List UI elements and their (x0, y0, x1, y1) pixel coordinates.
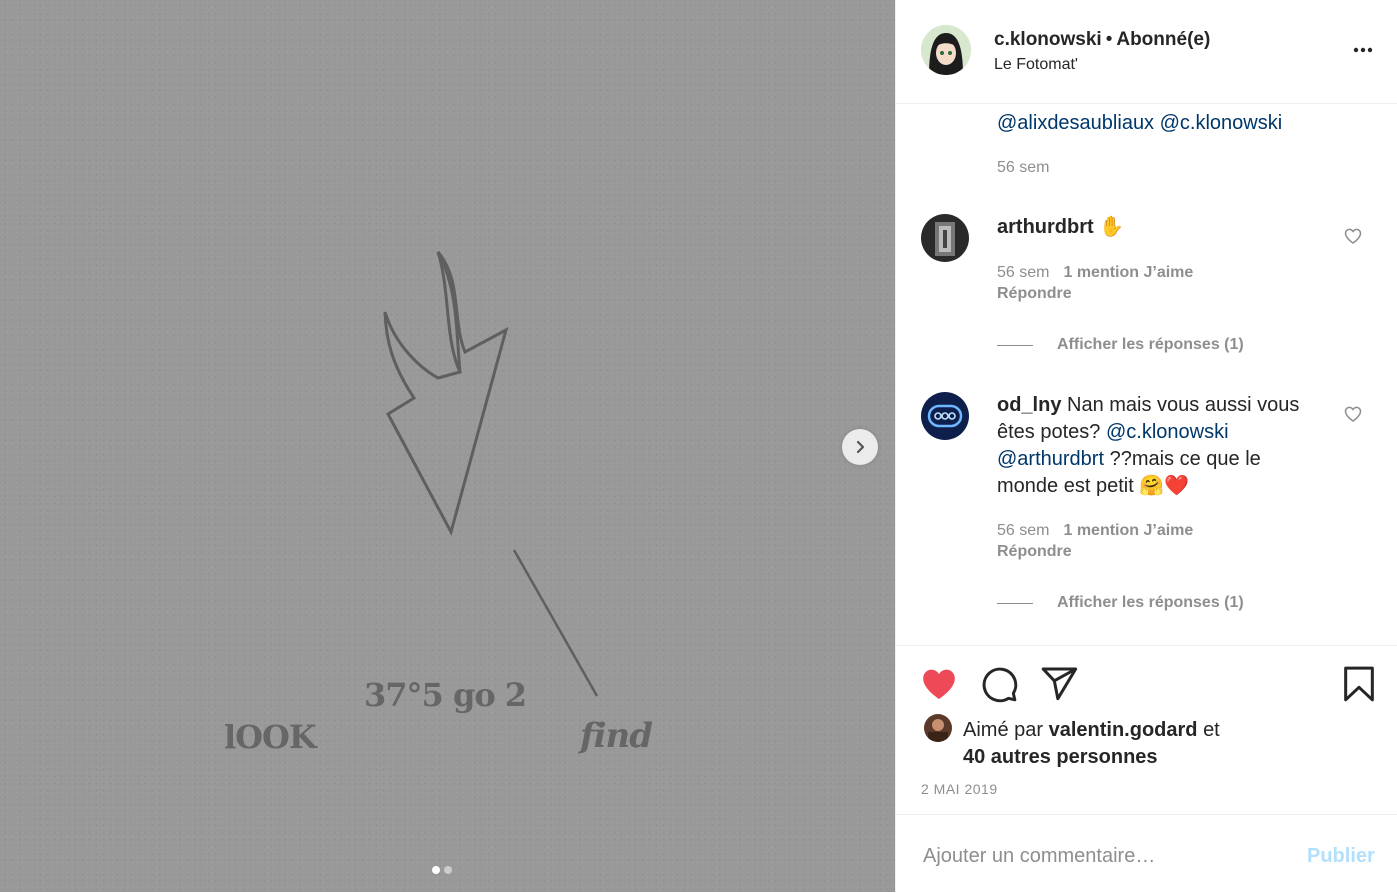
add-comment-bar: Publier (896, 814, 1397, 893)
liked-by-text: Aimé par valentin.godard et 40 autres pe… (963, 717, 1363, 771)
comment-like-button[interactable] (1343, 404, 1363, 424)
comment-meta: 56 sem 1 mention J’aime (997, 522, 1193, 540)
more-options-button[interactable] (1351, 38, 1375, 62)
mention-link[interactable]: @arthurdbrt (997, 448, 1104, 470)
view-replies-button[interactable]: Afficher les réponses (1) (997, 594, 1244, 612)
avatar-image (921, 392, 969, 440)
replies-divider-line (997, 344, 1033, 346)
comment-like-button[interactable] (1343, 226, 1363, 246)
view-replies-button[interactable]: Afficher les réponses (1) (997, 336, 1244, 354)
comment-likes-count[interactable]: 1 mention J’aime (1063, 264, 1193, 281)
mention-link[interactable]: @alixdesaubliaux (997, 112, 1154, 134)
liked-by-user[interactable]: valentin.godard (1049, 719, 1198, 741)
post-header: c.klonowski • Abonné(e) Le Fotomat' (896, 0, 1397, 104)
comment-text: ✋ (1099, 216, 1125, 238)
reply-button[interactable]: Répondre (997, 285, 1072, 303)
photo-caption-look: lOOK (224, 718, 317, 756)
comment-time[interactable]: 56 sem (997, 264, 1049, 281)
reply-button[interactable]: Répondre (997, 543, 1072, 561)
carousel-next-button[interactable] (842, 429, 878, 465)
liked-by-and: et (1203, 719, 1220, 741)
heart-filled-icon (923, 669, 955, 699)
comment-bubble-icon (982, 667, 1018, 703)
photo-caption-find: find (580, 716, 653, 756)
post-date[interactable]: 2 MAI 2019 (921, 781, 998, 797)
avatar-image (921, 25, 971, 75)
comment-input[interactable] (921, 837, 1285, 875)
comment-time[interactable]: 56 sem (997, 522, 1049, 539)
avatar-image (924, 714, 952, 742)
view-replies-label: Afficher les réponses (1) (1057, 594, 1244, 611)
like-button[interactable] (919, 664, 959, 704)
comment-likes-count[interactable]: 1 mention J’aime (1063, 522, 1193, 539)
replies-divider-line (997, 602, 1033, 604)
post-photo[interactable]: 37°5 go 2 lOOK find (0, 0, 895, 892)
heart-outline-icon (1344, 406, 1362, 423)
avatar-image (921, 214, 969, 262)
carousel-dot-active (432, 866, 440, 874)
more-horizontal-icon (1353, 47, 1373, 53)
carousel-dot (444, 866, 452, 874)
comment-time[interactable]: 56 sem (997, 159, 1049, 177)
mention-link[interactable]: @c.klonowski (1160, 112, 1283, 134)
header-separator: • (1105, 29, 1113, 50)
comment-emoji: 🤗❤️ (1139, 475, 1190, 497)
chevron-right-icon (856, 440, 865, 454)
author-avatar[interactable] (921, 25, 971, 75)
liker-avatar[interactable] (924, 714, 952, 742)
partial-comment-text: @alixdesaubliaux @c.klonowski (997, 112, 1282, 135)
mention-link[interactable]: @c.klonowski (1106, 421, 1229, 443)
comment-body: od_lny Nan mais vous aussi vous êtes pot… (997, 392, 1307, 500)
bookmark-icon (1344, 666, 1374, 702)
post-side-panel: c.klonowski • Abonné(e) Le Fotomat' @alixd… (895, 0, 1397, 892)
commenter-avatar[interactable] (921, 214, 969, 262)
view-replies-label: Afficher les réponses (1) (1057, 336, 1244, 353)
comments-list[interactable]: @alixdesaubliaux @c.klonowski 56 sem art… (896, 104, 1397, 644)
commenter-username[interactable]: arthurdbrt (997, 216, 1094, 238)
share-button[interactable] (1039, 664, 1079, 704)
arrow-drawing (383, 251, 599, 697)
commenter-username[interactable]: od_lny (997, 394, 1061, 416)
comment-body: arthurdbrt ✋ (997, 214, 1307, 241)
post-actions: Aimé par valentin.godard et 40 autres pe… (896, 645, 1397, 816)
heart-outline-icon (1344, 228, 1362, 245)
post-location[interactable]: Le Fotomat' (994, 56, 1078, 74)
comment-meta: 56 sem 1 mention J’aime (997, 264, 1193, 282)
liked-by-prefix: Aimé par (963, 719, 1044, 741)
carousel-indicator (432, 866, 452, 874)
save-button[interactable] (1339, 664, 1379, 704)
header-title: c.klonowski • Abonné(e) (994, 29, 1210, 51)
author-username[interactable]: c.klonowski (994, 29, 1102, 50)
publish-button[interactable]: Publier (1307, 845, 1375, 868)
photo-caption-coords: 37°5 go 2 (364, 676, 527, 714)
paper-plane-icon (1041, 667, 1078, 701)
comment-button[interactable] (979, 664, 1019, 704)
follow-status[interactable]: Abonné(e) (1116, 29, 1210, 50)
liked-by-others[interactable]: 40 autres personnes (963, 746, 1158, 768)
commenter-avatar[interactable] (921, 392, 969, 440)
